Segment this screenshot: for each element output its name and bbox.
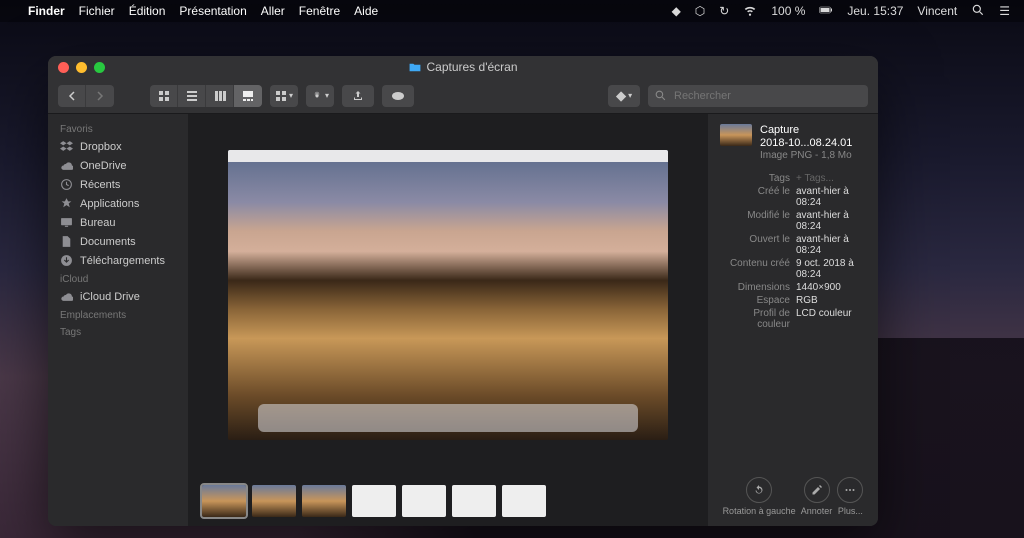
list-view-button[interactable]: [178, 85, 206, 107]
sidebar-group-tags: Tags: [48, 323, 188, 340]
thumbnail[interactable]: [252, 485, 296, 517]
file-name-line2: 2018-10...08.24.01: [760, 137, 852, 150]
annotate-button[interactable]: Annoter: [801, 477, 833, 516]
meta-label-opened: Ouvert le: [720, 234, 790, 256]
app-menu[interactable]: Finder: [28, 4, 65, 18]
menu-help[interactable]: Aide: [354, 4, 378, 18]
sidebar-item-applications[interactable]: Applications: [48, 194, 188, 213]
meta-value-colorspace: RGB: [796, 295, 866, 306]
sidebar-item-dropbox[interactable]: Dropbox: [48, 137, 188, 156]
nav-buttons: [58, 85, 114, 107]
action-dropdown: ▾: [306, 85, 334, 107]
titlebar[interactable]: Captures d'écran: [48, 56, 878, 78]
action-button[interactable]: ▾: [306, 85, 334, 107]
meta-value-content-created: 9 oct. 2018 à 08:24: [796, 258, 866, 280]
folder-icon: [408, 61, 421, 74]
thumbnail[interactable]: [352, 485, 396, 517]
thumbnail[interactable]: [452, 485, 496, 517]
meta-value-dimensions: 1440×900: [796, 282, 866, 293]
thumbnail[interactable]: [402, 485, 446, 517]
meta-label-dimensions: Dimensions: [720, 282, 790, 293]
meta-value-opened: avant-hier à 08:24: [796, 234, 866, 256]
finder-window: Captures d'écran ▾ ▾ ◆▾ Favo: [48, 56, 878, 526]
menu-window[interactable]: Fenêtre: [299, 4, 340, 18]
rotate-left-button[interactable]: Rotation à gauche: [723, 477, 796, 516]
spotlight-icon[interactable]: [971, 3, 985, 20]
meta-label-modified: Modifié le: [720, 210, 790, 232]
column-view-button[interactable]: [206, 85, 234, 107]
icon-view-button[interactable]: [150, 85, 178, 107]
wifi-icon[interactable]: [743, 3, 757, 20]
more-button[interactable]: Plus...: [837, 477, 863, 516]
menu-file[interactable]: Fichier: [79, 4, 115, 18]
dropbox-toolbar-button[interactable]: ◆▾: [608, 85, 640, 107]
thumbnail[interactable]: [302, 485, 346, 517]
notification-center-icon[interactable]: ☰: [999, 4, 1010, 18]
search-input[interactable]: [648, 85, 868, 107]
clock[interactable]: Jeu. 15:37: [847, 4, 903, 18]
minimize-button[interactable]: [76, 62, 87, 73]
rotate-left-label: Rotation à gauche: [723, 506, 796, 516]
preview-image[interactable]: [228, 150, 668, 440]
file-kind: Image PNG - 1,8 Mo: [760, 150, 852, 161]
annotate-label: Annoter: [801, 506, 833, 516]
info-panel: Capture 2018-10...08.24.01 Image PNG - 1…: [708, 114, 878, 526]
thumbnail[interactable]: [202, 485, 246, 517]
tags-button[interactable]: [382, 85, 414, 107]
battery-text: 100 %: [771, 4, 805, 18]
sidebar-item-recents[interactable]: Récents: [48, 175, 188, 194]
meta-label-tags: Tags: [720, 173, 790, 184]
meta-label-colorspace: Espace: [720, 295, 790, 306]
sidebar-item-onedrive[interactable]: OneDrive: [48, 156, 188, 175]
sidebar-group-icloud: iCloud: [48, 270, 188, 287]
meta-value-created: avant-hier à 08:24: [796, 186, 866, 208]
forward-button[interactable]: [86, 85, 114, 107]
meta-label-profile: Profil de couleur: [720, 308, 790, 330]
menu-view[interactable]: Présentation: [179, 4, 246, 18]
updates-icon[interactable]: ↻: [719, 4, 729, 18]
meta-value-modified: avant-hier à 08:24: [796, 210, 866, 232]
sidebar-item-icloud-drive[interactable]: iCloud Drive: [48, 287, 188, 306]
meta-value-profile: LCD couleur: [796, 308, 866, 330]
sidebar-item-documents[interactable]: Documents: [48, 232, 188, 251]
sidebar: Favoris Dropbox OneDrive Récents Applica…: [48, 114, 188, 526]
share-button[interactable]: [342, 85, 374, 107]
meta-value-tags[interactable]: + Tags...: [796, 173, 866, 184]
meta-label-content-created: Contenu créé: [720, 258, 790, 280]
close-button[interactable]: [58, 62, 69, 73]
thumbnail[interactable]: [502, 485, 546, 517]
gallery-view-button[interactable]: [234, 85, 262, 107]
user-name[interactable]: Vincent: [917, 4, 957, 18]
file-thumbnail: [720, 124, 752, 146]
sidebar-group-favorites: Favoris: [48, 120, 188, 137]
battery-icon[interactable]: [819, 3, 833, 20]
thumbnail-strip: [188, 476, 708, 526]
menu-go[interactable]: Aller: [261, 4, 285, 18]
back-button[interactable]: [58, 85, 86, 107]
main-content: [188, 114, 708, 526]
meta-label-created: Créé le: [720, 186, 790, 208]
sidebar-group-locations: Emplacements: [48, 306, 188, 323]
menubar: Finder Fichier Édition Présentation Alle…: [0, 0, 1024, 22]
more-label: Plus...: [838, 506, 863, 516]
view-mode: [150, 85, 262, 107]
status-icon[interactable]: ⬡: [695, 4, 705, 18]
sidebar-item-downloads[interactable]: Téléchargements: [48, 251, 188, 270]
toolbar: ▾ ▾ ◆▾: [48, 78, 878, 114]
arrange-button[interactable]: ▾: [270, 85, 298, 107]
sidebar-item-desktop[interactable]: Bureau: [48, 213, 188, 232]
arrange-dropdown: ▾: [270, 85, 298, 107]
dropbox-status-icon[interactable]: ◆: [672, 4, 681, 18]
window-title: Captures d'écran: [426, 60, 517, 74]
menu-edit[interactable]: Édition: [129, 4, 166, 18]
file-name-line1: Capture: [760, 124, 852, 137]
fullscreen-button[interactable]: [94, 62, 105, 73]
search-icon: [654, 89, 667, 102]
